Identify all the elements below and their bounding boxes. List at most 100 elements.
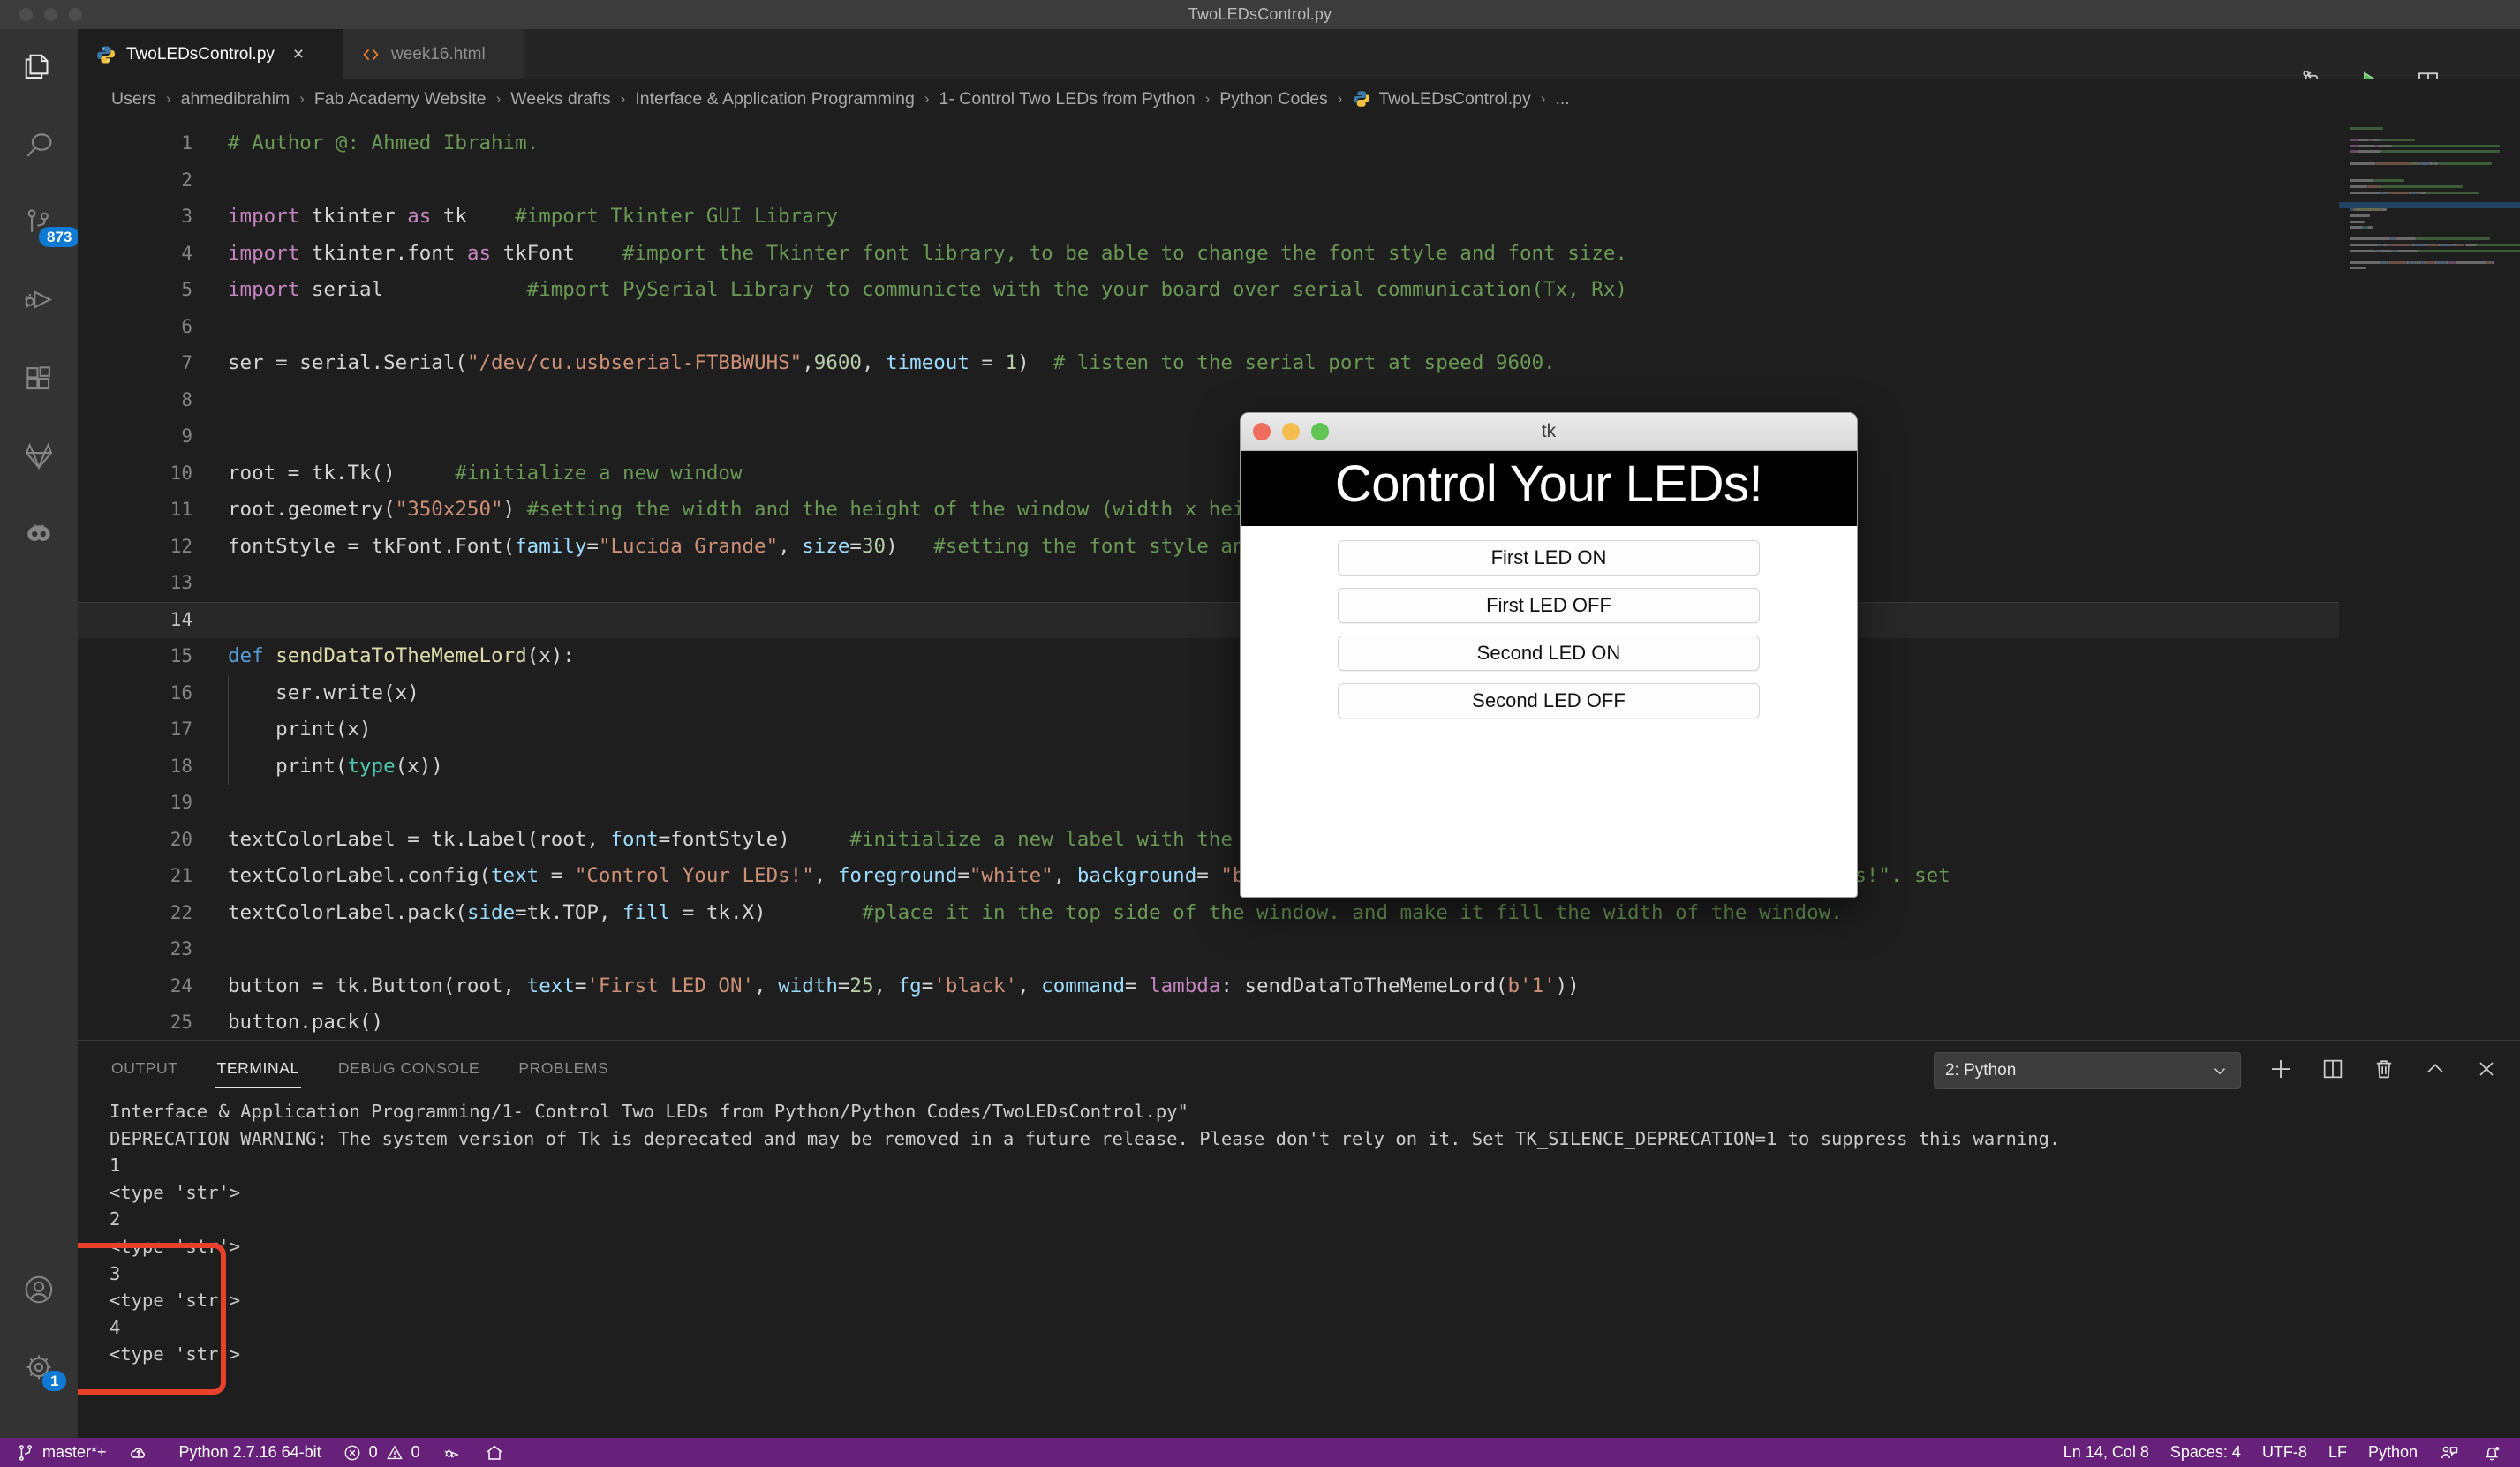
line-number: 10 bbox=[170, 462, 192, 484]
tk-zoom-button[interactable] bbox=[1311, 423, 1329, 440]
code-token: background bbox=[1076, 864, 1197, 887]
code-line[interactable]: 6 bbox=[78, 309, 2520, 346]
code-line[interactable]: 3 import tkinter as tk #import Tkinter GU… bbox=[78, 199, 2520, 236]
breadcrumb-item-users[interactable]: Users bbox=[109, 89, 158, 109]
minimap-line bbox=[2419, 191, 2426, 194]
live-share-icon[interactable] bbox=[0, 495, 78, 573]
terminal-selector-dropdown[interactable]: 2: Python bbox=[1934, 1052, 2241, 1089]
code-line[interactable]: 23 bbox=[78, 931, 2520, 968]
status-warnings[interactable]: 0 bbox=[381, 1438, 431, 1467]
breadcrumb-separator: › bbox=[1204, 90, 1211, 107]
code-token: fontStyle = tkFont.Font( bbox=[228, 534, 516, 558]
terminal-output[interactable]: Interface & Application Programming/1- C… bbox=[78, 1098, 2520, 1421]
line-number: 22 bbox=[170, 901, 192, 923]
status-python-interpreter[interactable]: Python 2.7.16 64-bit bbox=[160, 1438, 332, 1467]
source-control-icon[interactable]: 873 bbox=[0, 184, 80, 262]
close-panel-icon[interactable] bbox=[2474, 1057, 2499, 1086]
code-token: = bbox=[1196, 864, 1221, 887]
status-run-tests[interactable] bbox=[431, 1438, 473, 1467]
minimap-line bbox=[2380, 191, 2388, 194]
search-icon[interactable] bbox=[0, 107, 78, 184]
tk-minimize-button[interactable] bbox=[1282, 423, 1300, 440]
status-encoding[interactable]: UTF-8 bbox=[2252, 1438, 2318, 1467]
breadcrumb-item-twoledscontrol-py[interactable]: TwoLEDsControl.py bbox=[1350, 89, 1532, 109]
line-number: 6 bbox=[181, 315, 192, 337]
code-line[interactable]: 5 import serial #import PySerial Library … bbox=[78, 272, 2520, 309]
tab-week16-html[interactable]: week16.html bbox=[343, 29, 524, 79]
tab-debug-console[interactable]: DEBUG CONSOLE bbox=[336, 1047, 481, 1088]
status-language-mode[interactable]: Python bbox=[2358, 1438, 2428, 1467]
status-sync[interactable] bbox=[117, 1438, 160, 1467]
code-line[interactable]: 7 ser = serial.Serial("/dev/cu.usbserial-… bbox=[78, 345, 2520, 382]
extensions-icon[interactable] bbox=[0, 340, 78, 418]
tk-button-second-led-off[interactable]: Second LED OFF bbox=[1338, 683, 1760, 718]
minimap-line bbox=[2350, 249, 2375, 252]
tk-application-window[interactable]: tk Control Your LEDs! First LED ON First… bbox=[1240, 412, 1858, 898]
window-traffic-lights[interactable] bbox=[19, 8, 82, 21]
line-number: 15 bbox=[170, 645, 192, 666]
status-errors[interactable]: 0 bbox=[332, 1438, 381, 1467]
code-text: # Author @: Ahmed Ibrahim. bbox=[228, 125, 539, 162]
close-icon[interactable]: × bbox=[293, 44, 304, 65]
window-close-button[interactable] bbox=[19, 8, 33, 21]
status-live-share-home[interactable] bbox=[473, 1438, 516, 1467]
tk-button-first-led-on[interactable]: First LED ON bbox=[1338, 540, 1760, 576]
kill-terminal-icon[interactable] bbox=[2372, 1057, 2396, 1086]
window-zoom-button[interactable] bbox=[69, 8, 82, 21]
code-line[interactable]: 22 textColorLabel.pack(side=tk.TOP, fill … bbox=[78, 895, 2520, 932]
breadcrumb-item-ahmedibrahim[interactable]: ahmedibrahim bbox=[179, 89, 292, 109]
code-token: )) bbox=[1555, 974, 1580, 997]
status-branch[interactable]: master*+ bbox=[5, 1438, 117, 1467]
split-terminal-icon[interactable] bbox=[2320, 1057, 2345, 1086]
tk-button-first-led-off[interactable]: First LED OFF bbox=[1338, 588, 1760, 623]
breadcrumb-item-interface-application-programming[interactable]: Interface & Application Programming bbox=[633, 89, 917, 109]
breadcrumb-item-python-codes[interactable]: Python Codes bbox=[1218, 89, 1330, 109]
explorer-icon[interactable] bbox=[0, 29, 78, 107]
maximize-panel-icon[interactable] bbox=[2423, 1057, 2448, 1086]
minimap-line bbox=[2350, 226, 2363, 229]
code-line[interactable]: 2 bbox=[78, 162, 2520, 199]
status-eol[interactable]: LF bbox=[2318, 1438, 2358, 1467]
code-token: command bbox=[1041, 974, 1125, 997]
breadcrumb-item-control-two-leds[interactable]: 1- Control Two LEDs from Python bbox=[938, 89, 1197, 109]
code-line[interactable]: 24 button = tk.Button(root, text='First L… bbox=[78, 968, 2520, 1005]
tk-traffic-lights[interactable] bbox=[1253, 423, 1329, 440]
minimap-line bbox=[2414, 244, 2428, 246]
minimap-line bbox=[2350, 244, 2378, 246]
status-indentation[interactable]: Spaces: 4 bbox=[2160, 1438, 2252, 1467]
tab-output[interactable]: OUTPUT bbox=[109, 1047, 180, 1088]
tk-button-second-led-on[interactable]: Second LED ON bbox=[1338, 636, 1760, 671]
settings-gear-icon[interactable]: 1 bbox=[0, 1328, 78, 1406]
accounts-icon[interactable] bbox=[0, 1251, 78, 1328]
breadcrumb-item-fab-academy-website[interactable]: Fab Academy Website bbox=[313, 89, 488, 109]
run-and-debug-icon[interactable] bbox=[0, 262, 78, 340]
code-token: root = tk.Tk() bbox=[228, 461, 456, 485]
minimap[interactable] bbox=[2339, 118, 2520, 1040]
minimap-line bbox=[2380, 249, 2392, 252]
breadcrumb-item-weeks-drafts[interactable]: Weeks drafts bbox=[509, 89, 612, 109]
tab-twoledscontrol-py[interactable]: TwoLEDsControl.py × bbox=[78, 29, 343, 79]
chevron-down-icon bbox=[2210, 1061, 2230, 1080]
code-token: = bbox=[969, 351, 1006, 374]
code-line[interactable]: 25 button.pack() bbox=[78, 1004, 2520, 1040]
new-terminal-icon[interactable] bbox=[2267, 1056, 2294, 1087]
code-text: root.geometry("350x250") #setting the wi… bbox=[228, 492, 1293, 529]
code-line[interactable]: 1 # Author @: Ahmed Ibrahim. bbox=[78, 125, 2520, 162]
code-token: family bbox=[515, 534, 587, 558]
window-minimize-button[interactable] bbox=[44, 8, 57, 21]
code-line[interactable]: 4 import tkinter.font as tkFont #import t… bbox=[78, 236, 2520, 273]
breadcrumb-item-overflow[interactable]: ... bbox=[1553, 89, 1571, 109]
code-token: def bbox=[228, 644, 264, 667]
code-token: foreground bbox=[837, 864, 958, 887]
gitlab-icon[interactable] bbox=[0, 418, 78, 495]
status-cursor-position[interactable]: Ln 14, Col 8 bbox=[2053, 1438, 2160, 1467]
status-notifications[interactable] bbox=[2471, 1438, 2520, 1467]
tab-terminal[interactable]: TERMINAL bbox=[215, 1047, 302, 1088]
code-token: font bbox=[610, 827, 659, 851]
tk-close-button[interactable] bbox=[1253, 423, 1271, 440]
status-feedback[interactable] bbox=[2428, 1438, 2471, 1467]
tab-problems[interactable]: PROBLEMS bbox=[517, 1047, 610, 1088]
code-text: print(x) bbox=[228, 711, 371, 749]
code-token: 'First LED ON' bbox=[586, 974, 755, 997]
code-token: ser.write(x) bbox=[228, 681, 419, 704]
